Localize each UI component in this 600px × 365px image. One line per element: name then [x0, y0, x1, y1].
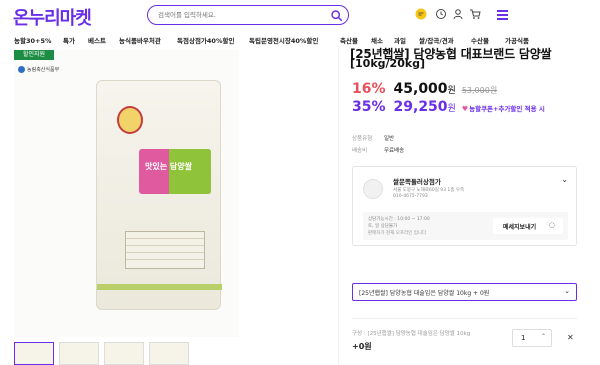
chevron-down-icon: ⌄	[564, 287, 570, 295]
selected-option-price: +0원	[352, 342, 372, 351]
rice-bag-image: 맛있는 담양쌀	[96, 80, 222, 310]
bag-label-text: 맛있는 담양쌀	[145, 162, 192, 171]
chevron-down-icon[interactable]: ⌄	[561, 175, 568, 184]
stepper-arrows-icon[interactable]: ⌃	[541, 333, 546, 340]
thumbnail[interactable]	[104, 342, 144, 365]
shop-card[interactable]: 쌀문쪽돌러상점가 서울 도봉구 노해로60길 93 1층 우측 010-4675…	[352, 166, 577, 246]
nav-item[interactable]: 농식품바우처관	[119, 35, 161, 45]
close-icon[interactable]: ✕	[567, 333, 574, 342]
discount-percent: 16%	[352, 81, 386, 97]
send-message-button[interactable]: 메세지보내기 ◌	[493, 218, 563, 234]
search-icon[interactable]	[330, 9, 343, 22]
ministry-label-text: 농림축산식품부	[27, 67, 60, 73]
shop-address: 서울 도봉구 노해로60길 93 1층 우측	[393, 188, 465, 193]
message-bubble-icon: ◌	[548, 221, 555, 229]
search-bar[interactable]: 검색어를 입력하세요.	[147, 5, 349, 25]
ministry-label: 농림축산식품부	[18, 66, 59, 73]
menu-icon[interactable]	[497, 10, 508, 20]
user-icon[interactable]	[452, 8, 464, 20]
option-select[interactable]: [25년햅쌀] 담양농협 대술임은 담양쌀 10kg + 0원 ⌄	[352, 283, 577, 301]
shop-name[interactable]: 쌀문쪽돌러상점가	[393, 176, 441, 186]
shop-phone: 010-4675-7793	[393, 194, 428, 199]
consult-hours: 상담가능시간 : 10:00 ~ 17:00	[368, 217, 430, 222]
selected-option-label: 구성 : [25년햅쌀] 담양농협 대술임은 담양쌀 10kg	[352, 331, 471, 337]
nav-item[interactable]: 베스트	[88, 35, 106, 45]
top-header: 온누리마켓 검색어를 입력하세요.	[0, 0, 600, 32]
chat-icon[interactable]	[415, 8, 427, 20]
nav-item[interactable]: 수산물	[471, 35, 489, 45]
nav-item[interactable]: 독립문영천시장40%할인	[249, 35, 318, 45]
nav-item[interactable]: 가공식품	[505, 35, 529, 45]
heart-icon: ♥	[461, 105, 469, 113]
nav-item[interactable]: 과일	[394, 35, 406, 45]
option-select-value: [25년햅쌀] 담양농협 대술임은 담양쌀 10kg + 0원	[359, 290, 490, 297]
thumbnail[interactable]	[14, 342, 54, 365]
price-row-primary: 16% 45,000원 53,000원	[352, 81, 498, 97]
product-title-line2: [10kg/20kg]	[350, 57, 426, 70]
meta-product-type: 상품유형 일반	[352, 136, 395, 142]
nav-item[interactable]: 특가	[63, 35, 75, 45]
cart-icon[interactable]	[469, 8, 481, 20]
quantity-value: 1	[521, 334, 526, 342]
nav-item[interactable]: 독점상점가40%할인	[177, 35, 234, 45]
thumbnail[interactable]	[149, 342, 189, 365]
consult-holiday: 토, 일 상담불가	[368, 224, 398, 229]
nav-item[interactable]: 축산물	[340, 35, 358, 45]
nav-item[interactable]: 쌀/잡곡/견과	[419, 35, 454, 45]
search-input[interactable]: 검색어를 입력하세요.	[158, 9, 216, 19]
quantity-stepper[interactable]: 1 ⌃	[512, 329, 552, 347]
seller-status: 판매자가 현재 오프라인 입니다	[368, 231, 427, 236]
emblem-icon	[117, 106, 143, 134]
price-row-coupon: 35% 29,250원 ♥농할쿠폰+추가할인 적용 시	[352, 99, 545, 115]
thumbnail[interactable]	[59, 342, 99, 365]
site-logo[interactable]: 온누리마켓	[13, 4, 92, 30]
original-price: 53,000원	[461, 86, 498, 95]
meta-shipping: 배송비 무료배송	[352, 148, 405, 154]
shop-avatar	[363, 179, 383, 199]
nav-item[interactable]: 농할30+5%	[14, 35, 52, 45]
ministry-logo-icon	[18, 66, 25, 73]
discount-support-badge: 할인지원	[14, 50, 54, 60]
sale-price: 45,000	[393, 81, 448, 97]
clock-icon[interactable]	[435, 8, 447, 20]
coupon-note: ♥농할쿠폰+추가할인 적용 시	[461, 105, 545, 113]
bag-info-table	[125, 231, 205, 269]
bag-label: 맛있는 담양쌀	[139, 149, 211, 194]
bag-stripe	[97, 284, 222, 290]
thumbnail-strip	[14, 342, 244, 365]
coupon-price: 29,250	[393, 99, 448, 115]
product-main-image[interactable]: 맛있는 담양쌀	[14, 50, 239, 337]
coupon-discount-percent: 35%	[352, 99, 386, 115]
nav-item[interactable]: 채소	[371, 35, 383, 45]
shop-contact-panel: 상담가능시간 : 10:00 ~ 17:00 토, 일 상담불가 판매자가 현재…	[363, 212, 568, 240]
